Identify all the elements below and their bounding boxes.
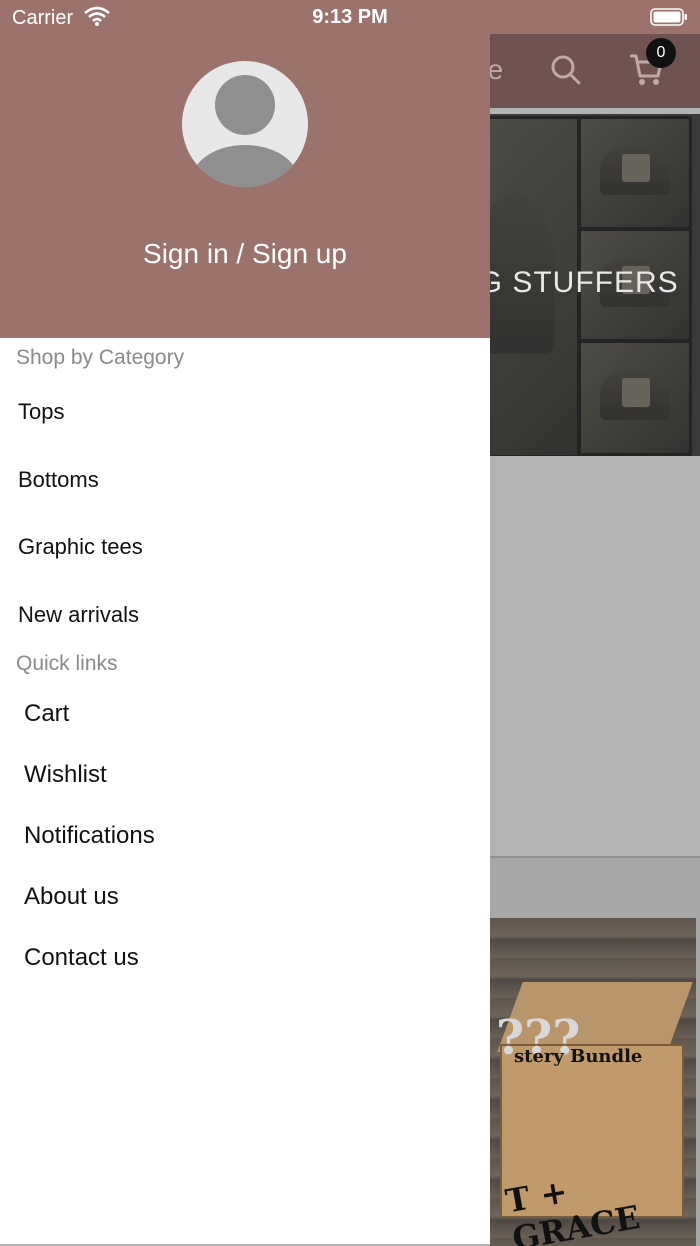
- product-label: stery Bundle: [514, 1046, 643, 1067]
- cart-count-badge: 0: [646, 38, 676, 68]
- section-shop-by-category: Shop by Category: [16, 346, 185, 369]
- product-card[interactable]: ??? stery Bundle T + GRACE: [490, 856, 700, 1246]
- link-contact-us[interactable]: Contact us: [24, 944, 139, 972]
- banner-text: NG STUFFERS: [490, 266, 679, 299]
- link-notifications[interactable]: Notifications: [24, 822, 155, 850]
- link-wishlist[interactable]: Wishlist: [24, 761, 107, 789]
- link-about-us[interactable]: About us: [24, 883, 119, 911]
- category-tops[interactable]: Tops: [18, 399, 64, 425]
- sign-in-link[interactable]: Sign in / Sign up: [0, 238, 490, 270]
- promo-banner[interactable]: NG STUFFERS: [490, 114, 700, 456]
- link-cart[interactable]: Cart: [24, 700, 69, 728]
- category-graphic-tees[interactable]: Graphic tees: [18, 534, 143, 560]
- drawer-header: Sign in / Sign up: [0, 0, 490, 338]
- category-bottoms[interactable]: Bottoms: [18, 467, 99, 493]
- side-drawer: Sign in / Sign up Shop by Category Tops …: [0, 0, 490, 1244]
- search-icon[interactable]: [550, 54, 582, 91]
- category-new-arrivals[interactable]: New arrivals: [18, 602, 139, 628]
- product-image: ??? stery Bundle T + GRACE: [490, 918, 696, 1246]
- status-bar: Carrier 9:13 PM: [0, 0, 700, 34]
- section-quick-links: Quick links: [16, 652, 118, 675]
- battery-icon: [650, 8, 688, 31]
- avatar[interactable]: [182, 61, 308, 187]
- status-time: 9:13 PM: [312, 6, 388, 28]
